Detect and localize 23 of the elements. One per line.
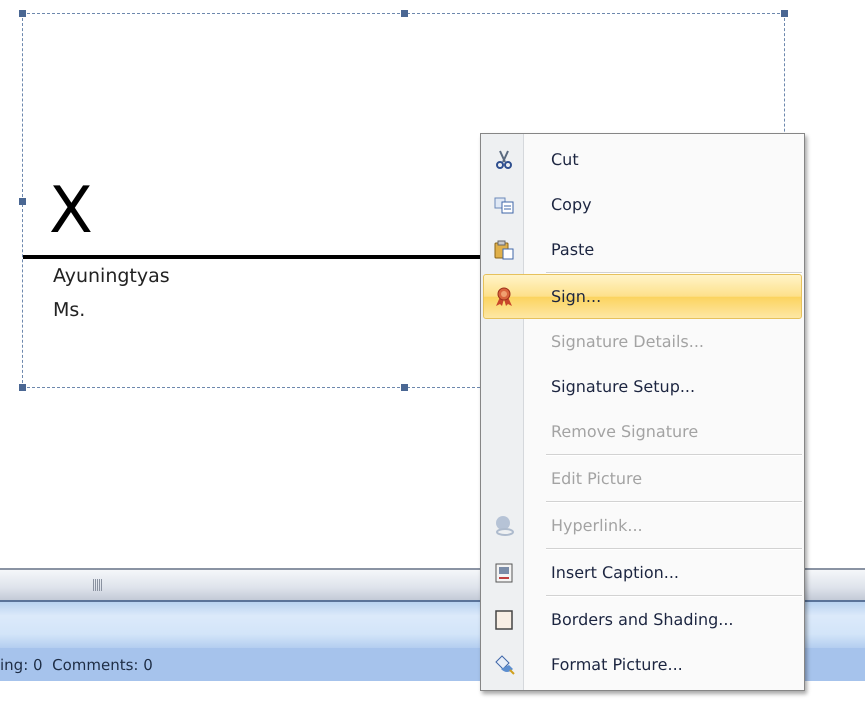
resize-handle[interactable] — [19, 198, 26, 205]
copy-icon — [494, 197, 514, 213]
globe-link-icon — [496, 516, 514, 536]
resize-handle[interactable] — [401, 10, 408, 17]
menu-item[interactable]: Sign... — [483, 274, 802, 319]
page-border-icon — [495, 610, 513, 630]
status-text: ing: 0 Comments: 0 — [0, 656, 153, 674]
paste-icon — [494, 240, 514, 259]
ribbon-seal-icon — [496, 287, 512, 306]
resize-handle[interactable] — [401, 384, 408, 391]
menu-item[interactable]: Insert Caption... — [483, 550, 802, 595]
scissors-icon — [496, 150, 512, 168]
signer-name: Ayuningtyas — [53, 264, 170, 289]
signer-title: Ms. — [53, 298, 86, 323]
menu-item[interactable]: Borders and Shading... — [483, 597, 802, 642]
resize-handle[interactable] — [19, 10, 26, 17]
caption-icon — [496, 563, 512, 582]
paint-bucket-icon — [495, 654, 515, 674]
resize-handle[interactable] — [781, 10, 788, 17]
menu-item[interactable]: Format Picture... — [483, 642, 802, 687]
scroll-thumb-grip[interactable] — [93, 579, 102, 591]
signature-mark: X — [49, 179, 93, 243]
resize-handle[interactable] — [19, 384, 26, 391]
